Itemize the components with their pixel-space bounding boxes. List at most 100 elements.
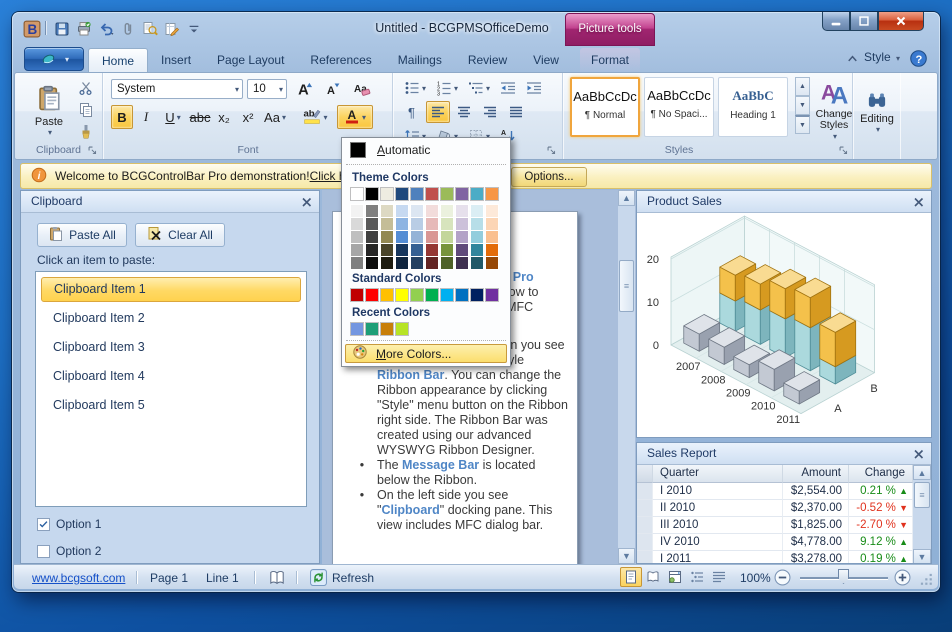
color-swatch[interactable] xyxy=(381,244,393,256)
color-swatch[interactable] xyxy=(456,188,468,200)
underline-button[interactable]: U▾ xyxy=(159,105,187,129)
color-swatch[interactable] xyxy=(486,205,498,217)
scroll-up-icon[interactable]: ▲ xyxy=(913,465,931,480)
color-swatch[interactable] xyxy=(351,231,363,243)
close-pane-icon[interactable] xyxy=(299,194,315,210)
collapse-ribbon-icon[interactable] xyxy=(845,51,861,67)
color-swatch[interactable] xyxy=(396,244,408,256)
color-swatch[interactable] xyxy=(366,188,378,200)
color-swatch[interactable] xyxy=(351,289,363,301)
color-swatch[interactable] xyxy=(471,218,483,230)
tab-insert[interactable]: Insert xyxy=(148,48,204,72)
color-swatch[interactable] xyxy=(441,231,453,243)
editing-button[interactable]: Editing ▾ xyxy=(858,77,896,147)
table-row[interactable]: III 2010 $1,825.00 -2.70 % ▼ xyxy=(637,517,913,534)
scroll-thumb[interactable]: ≡ xyxy=(619,260,634,312)
color-swatch[interactable] xyxy=(471,188,483,200)
color-swatch[interactable] xyxy=(366,218,378,230)
italic-button[interactable]: I xyxy=(135,105,157,129)
minimize-button[interactable] xyxy=(822,12,850,31)
clipboard-item[interactable]: Clipboard Item 1 xyxy=(41,277,301,302)
view-web-button[interactable] xyxy=(664,567,686,587)
color-swatch[interactable] xyxy=(381,218,393,230)
color-swatch[interactable] xyxy=(411,218,423,230)
close-pane-icon[interactable] xyxy=(911,194,927,210)
color-swatch[interactable] xyxy=(351,257,363,269)
color-swatch[interactable] xyxy=(411,205,423,217)
color-swatch[interactable] xyxy=(381,289,393,301)
format-painter-button[interactable] xyxy=(73,122,99,142)
align-left-button[interactable] xyxy=(426,101,450,123)
resize-grip-icon[interactable] xyxy=(920,573,934,590)
color-swatch[interactable] xyxy=(396,289,408,301)
color-swatch[interactable] xyxy=(381,231,393,243)
color-swatch[interactable] xyxy=(471,231,483,243)
color-swatch[interactable] xyxy=(366,231,378,243)
color-swatch[interactable] xyxy=(366,244,378,256)
book-icon[interactable] xyxy=(268,569,286,590)
color-swatch[interactable] xyxy=(456,231,468,243)
color-swatch[interactable] xyxy=(486,244,498,256)
tab-format[interactable]: Format xyxy=(580,48,640,72)
tab-page-layout[interactable]: Page Layout xyxy=(204,48,297,72)
color-swatch[interactable] xyxy=(351,218,363,230)
color-swatch[interactable] xyxy=(351,244,363,256)
view-outline-button[interactable] xyxy=(686,567,708,587)
color-swatch[interactable] xyxy=(471,289,483,301)
color-swatch[interactable] xyxy=(471,257,483,269)
color-swatch[interactable] xyxy=(396,257,408,269)
color-swatch[interactable] xyxy=(411,257,423,269)
tab-references[interactable]: References xyxy=(297,48,384,72)
color-swatch[interactable] xyxy=(471,244,483,256)
color-swatch[interactable] xyxy=(351,188,363,200)
color-swatch[interactable] xyxy=(381,205,393,217)
table-row[interactable]: II 2010 $2,370.00 -0.52 % ▼ xyxy=(637,500,913,517)
numbering-button[interactable]: 123▾ xyxy=(432,77,462,99)
color-swatch[interactable] xyxy=(426,188,438,200)
color-swatch[interactable] xyxy=(426,205,438,217)
gallery-up-icon[interactable]: ▲ xyxy=(795,77,810,96)
tab-view[interactable]: View xyxy=(520,48,572,72)
maximize-button[interactable] xyxy=(850,12,878,31)
view-draft-button[interactable] xyxy=(708,567,730,587)
view-print-button[interactable] xyxy=(620,567,642,587)
tab-mailings[interactable]: Mailings xyxy=(385,48,455,72)
color-swatch[interactable] xyxy=(366,257,378,269)
superscript-button[interactable]: x² xyxy=(237,105,259,129)
zoom-in-icon[interactable] xyxy=(894,569,911,589)
website-link[interactable]: www.bcgsoft.com xyxy=(32,571,125,585)
dialog-launcher-icon[interactable] xyxy=(87,145,99,157)
color-swatch[interactable] xyxy=(486,188,498,200)
qat-more-icon[interactable] xyxy=(184,19,204,38)
style-item--no-spaci-[interactable]: AaBbCcDc¶ No Spaci... xyxy=(644,77,714,137)
edit-icon[interactable] xyxy=(162,19,182,38)
tab-home[interactable]: Home xyxy=(88,48,148,72)
column-header-change[interactable]: Change xyxy=(849,465,913,483)
color-swatch[interactable] xyxy=(426,244,438,256)
checkbox-unchecked[interactable] xyxy=(37,545,50,558)
table-row[interactable]: I 2011 $3,278.00 0.19 % ▲ xyxy=(637,551,913,564)
color-swatch[interactable] xyxy=(426,218,438,230)
color-swatch[interactable] xyxy=(351,205,363,217)
copy-button[interactable] xyxy=(73,100,99,120)
scroll-down-icon[interactable]: ▼ xyxy=(618,548,635,564)
color-swatch[interactable] xyxy=(396,231,408,243)
scroll-thumb[interactable]: ≡ xyxy=(914,482,930,508)
clear-all-button[interactable]: Clear All xyxy=(135,223,225,247)
gallery-more-icon[interactable]: ▼ xyxy=(795,115,810,134)
show-marks-button[interactable]: ¶ xyxy=(400,101,424,123)
column-header-amount[interactable]: Amount xyxy=(783,465,849,483)
change-styles-button[interactable]: AA Change Styles ▾ xyxy=(816,75,852,147)
color-swatch[interactable] xyxy=(411,231,423,243)
view-read-button[interactable] xyxy=(642,567,664,587)
color-swatch[interactable] xyxy=(366,289,378,301)
scroll-up-icon[interactable]: ▲ xyxy=(618,190,635,206)
attach-icon[interactable] xyxy=(118,19,138,38)
paste-button[interactable]: Paste ▾ xyxy=(29,77,69,143)
color-swatch[interactable] xyxy=(456,289,468,301)
clipboard-item[interactable]: Clipboard Item 4 xyxy=(41,364,301,389)
align-justify-button[interactable] xyxy=(504,101,528,123)
align-center-button[interactable] xyxy=(452,101,476,123)
color-swatch[interactable] xyxy=(456,218,468,230)
zoom-slider-thumb[interactable] xyxy=(838,569,849,584)
